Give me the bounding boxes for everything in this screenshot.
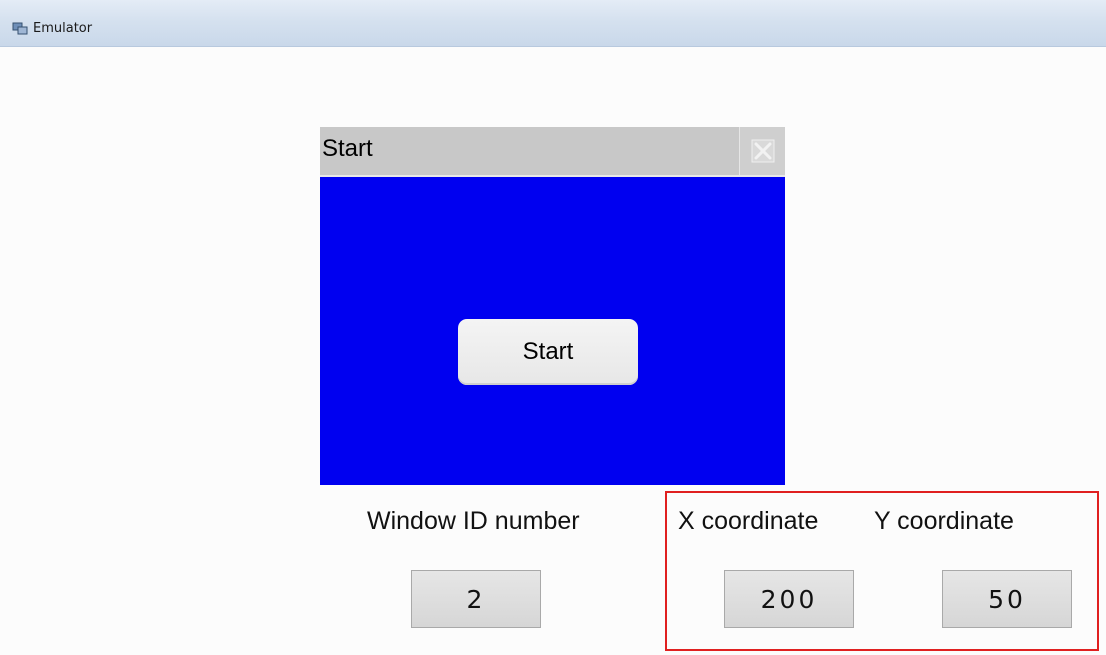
close-icon (751, 139, 775, 163)
start-button[interactable]: Start (458, 319, 638, 385)
start-window: Start Start (320, 127, 785, 485)
window-title: Emulator (33, 21, 93, 36)
start-window-titlebar[interactable]: Start (320, 127, 785, 177)
title-bar[interactable]: Emulator (0, 0, 1106, 47)
start-window-close-button[interactable] (739, 127, 785, 175)
emulator-app-icon (12, 22, 28, 35)
start-window-title: Start (322, 135, 373, 162)
window-id-label: Window ID number (367, 507, 580, 535)
coordinates-highlight-box (665, 491, 1099, 651)
window-id-field[interactable]: 2 (411, 570, 541, 628)
emulator-window: Emulator Start Start Window ID number X … (0, 0, 1106, 655)
